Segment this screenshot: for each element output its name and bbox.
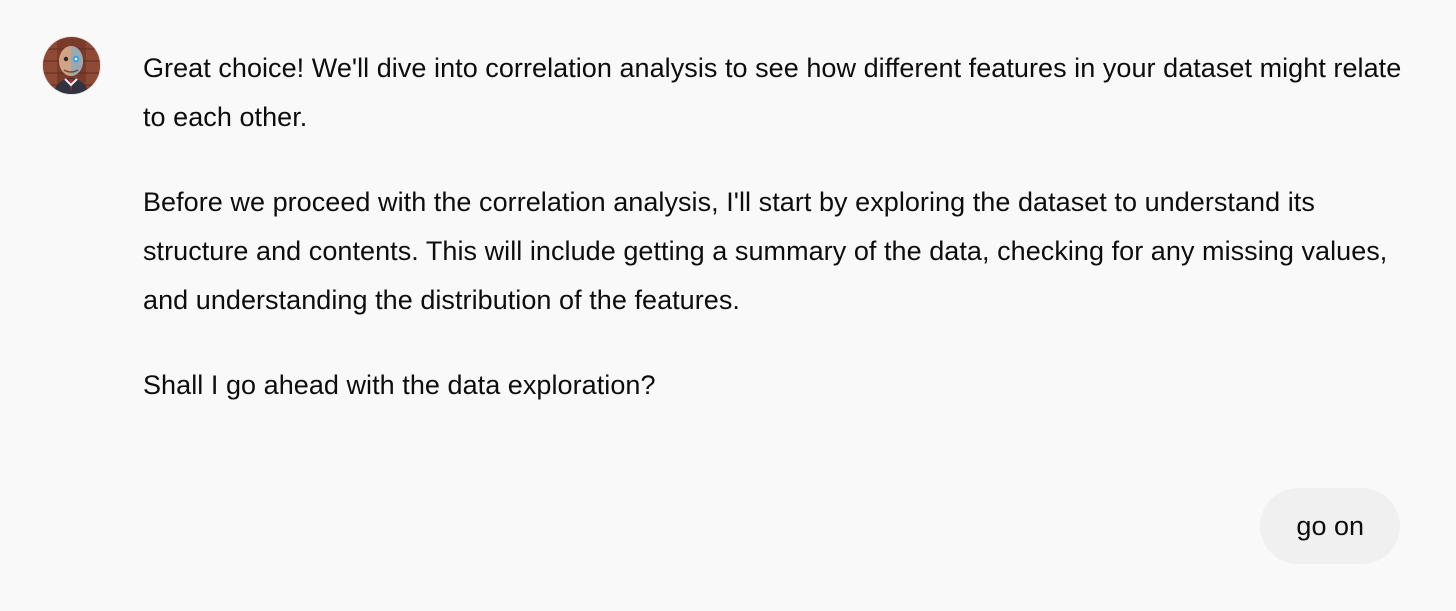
assistant-message-body: Great choice! We'll dive into correlatio…: [143, 44, 1413, 446]
user-message-text: go on: [1296, 511, 1364, 541]
assistant-paragraph: Shall I go ahead with the data explorati…: [143, 370, 656, 400]
user-message-bubble: go on: [1260, 488, 1400, 564]
assistant-paragraph: Great choice! We'll dive into correlatio…: [143, 53, 1402, 132]
chat-conversation: Great choice! We'll dive into correlatio…: [0, 0, 1456, 611]
assistant-paragraph: Before we proceed with the correlation a…: [143, 187, 1388, 315]
robot-human-avatar-icon: [43, 37, 100, 94]
